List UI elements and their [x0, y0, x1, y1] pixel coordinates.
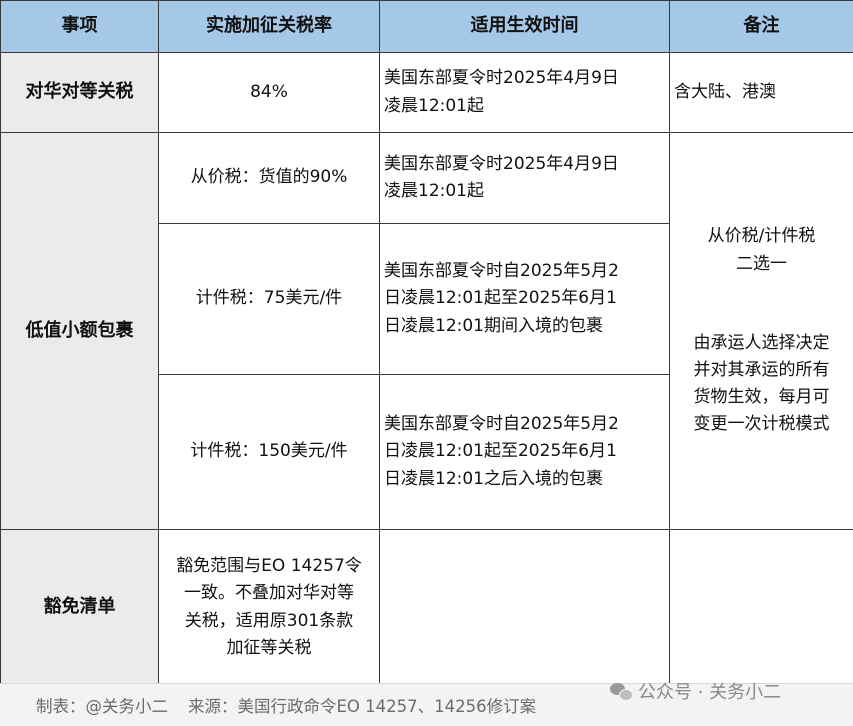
effective-line: 美国东部夏令时自2025年5月2	[384, 411, 665, 438]
header-rate: 实施加征关税率	[159, 1, 380, 53]
footer-credit: 制表：@关务小二 来源：美国行政命令EO 14257、14256修订案	[36, 693, 556, 717]
rate-ad-valorem: 从价税：货值的90%	[159, 133, 380, 224]
table-maker: 制表：@关务小二	[36, 697, 168, 716]
wechat-icon	[610, 682, 632, 700]
exemption-line: 加征等关税	[163, 635, 375, 662]
header-note: 备注	[670, 1, 853, 53]
exemption-line: 关税，适用原301条款	[163, 608, 375, 635]
data-source: 来源：美国行政命令EO 14257、14256修订案	[188, 697, 536, 716]
exemption-line: 一致。不叠加对华对等	[163, 580, 375, 607]
note-line: 变更一次计税模式	[674, 411, 849, 438]
table-row: 豁免清单 豁免范围与EO 14257令 一致。不叠加对华对等 关税，适用原301…	[1, 530, 853, 686]
watermark-text: 公众号 · 关务小二	[638, 678, 781, 704]
note-line: 从价税/计件税	[674, 223, 849, 250]
note-exemption	[670, 530, 853, 686]
effective-line: 凌晨12:01起	[384, 93, 665, 120]
effective-line: 日凌晨12:01之后入境的包裹	[384, 466, 665, 493]
rate-per-item-75: 计件税：75美元/件	[159, 224, 380, 375]
note-line: 由承运人选择决定	[674, 330, 849, 357]
note-line: 并对其承运的所有	[674, 357, 849, 384]
table-row: 对华对等关税 84% 美国东部夏令时2025年4月9日 凌晨12:01起 含大陆…	[1, 53, 853, 133]
rate-per-item-150: 计件税：150美元/件	[159, 375, 380, 530]
row-label-exemption: 豁免清单	[1, 530, 159, 686]
effective-ad-valorem: 美国东部夏令时2025年4月9日 凌晨12:01起	[380, 133, 670, 224]
note-line: 货物生效，每月可	[674, 384, 849, 411]
row-label-reciprocal: 对华对等关税	[1, 53, 159, 133]
effective-line: 日凌晨12:01期间入境的包裹	[384, 313, 665, 340]
note-line: 二选一	[674, 251, 849, 278]
effective-line: 日凌晨12:01起至2025年6月1	[384, 285, 665, 312]
exemption-line: 豁免范围与EO 14257令	[163, 553, 375, 580]
table-row: 低值小额包裹 从价税：货值的90% 美国东部夏令时2025年4月9日 凌晨12:…	[1, 133, 853, 224]
effective-reciprocal: 美国东部夏令时2025年4月9日 凌晨12:01起	[380, 53, 670, 133]
exemption-description: 豁免范围与EO 14257令 一致。不叠加对华对等 关税，适用原301条款 加征…	[159, 530, 380, 686]
effective-line: 日凌晨12:01起至2025年6月1	[384, 438, 665, 465]
effective-line: 美国东部夏令时2025年4月9日	[384, 151, 665, 178]
note-spacer	[674, 278, 849, 330]
tariff-table: 事项 实施加征关税率 适用生效时间 备注 对华对等关税 84% 美国东部夏令时2…	[0, 0, 853, 686]
header-effective-time: 适用生效时间	[380, 1, 670, 53]
rate-reciprocal: 84%	[159, 53, 380, 133]
effective-per-item-150: 美国东部夏令时自2025年5月2 日凌晨12:01起至2025年6月1 日凌晨1…	[380, 375, 670, 530]
header-row: 事项 实施加征关税率 适用生效时间 备注	[1, 1, 853, 53]
effective-per-item-75: 美国东部夏令时自2025年5月2 日凌晨12:01起至2025年6月1 日凌晨1…	[380, 224, 670, 375]
header-item: 事项	[1, 1, 159, 53]
effective-line: 凌晨12:01起	[384, 178, 665, 205]
note-reciprocal: 含大陆、港澳	[670, 53, 853, 133]
row-label-low-value: 低值小额包裹	[1, 133, 159, 530]
effective-line: 美国东部夏令时2025年4月9日	[384, 65, 665, 92]
watermark: 公众号 · 关务小二	[610, 678, 781, 704]
effective-line: 美国东部夏令时自2025年5月2	[384, 258, 665, 285]
note-low-value: 从价税/计件税 二选一 由承运人选择决定 并对其承运的所有 货物生效，每月可 变…	[670, 133, 853, 530]
effective-exemption	[380, 530, 670, 686]
